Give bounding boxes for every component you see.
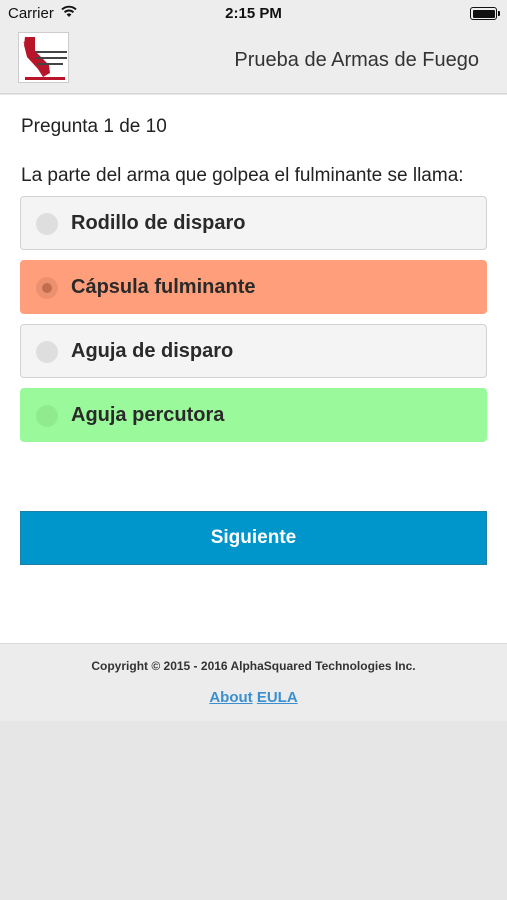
footer: Copyright © 2015 - 2016 AlphaSquared Tec… (0, 643, 507, 721)
app-logo (18, 32, 69, 83)
answer-label: Aguja de disparo (71, 340, 234, 362)
answer-option-1[interactable]: Rodillo de disparo (20, 196, 487, 250)
battery-full-icon (470, 7, 500, 20)
footer-links: About EULA (0, 689, 507, 706)
eula-link[interactable]: EULA (257, 689, 298, 706)
status-bar: Carrier 2:15 PM (0, 0, 507, 28)
radio-button-selected-icon[interactable] (36, 277, 58, 299)
answer-label: Cápsula fulminante (71, 276, 256, 298)
question-text: La parte del arma que golpea el fulminan… (21, 165, 464, 186)
about-link[interactable]: About (209, 689, 252, 706)
answer-option-3[interactable]: Aguja de disparo (20, 324, 487, 378)
page-title: Prueba de Armas de Fuego (234, 49, 479, 71)
clock: 2:15 PM (225, 5, 282, 22)
quiz-content: Pregunta 1 de 10 La parte del arma que g… (0, 95, 507, 643)
question-counter: Pregunta 1 de 10 (21, 116, 167, 137)
radio-button-icon[interactable] (36, 405, 58, 427)
answer-label: Aguja percutora (71, 404, 225, 426)
next-button[interactable]: Siguiente (20, 511, 487, 565)
radio-button-icon[interactable] (36, 341, 58, 363)
california-flag-icon (19, 33, 68, 82)
answer-label: Rodillo de disparo (71, 212, 246, 234)
answer-option-2-selected-wrong[interactable]: Cápsula fulminante (20, 260, 487, 314)
app-header: Prueba de Armas de Fuego (0, 28, 507, 94)
radio-button-icon[interactable] (36, 213, 58, 235)
copyright-text: Copyright © 2015 - 2016 AlphaSquared Tec… (91, 659, 416, 673)
answer-option-4-correct[interactable]: Aguja percutora (20, 388, 487, 442)
